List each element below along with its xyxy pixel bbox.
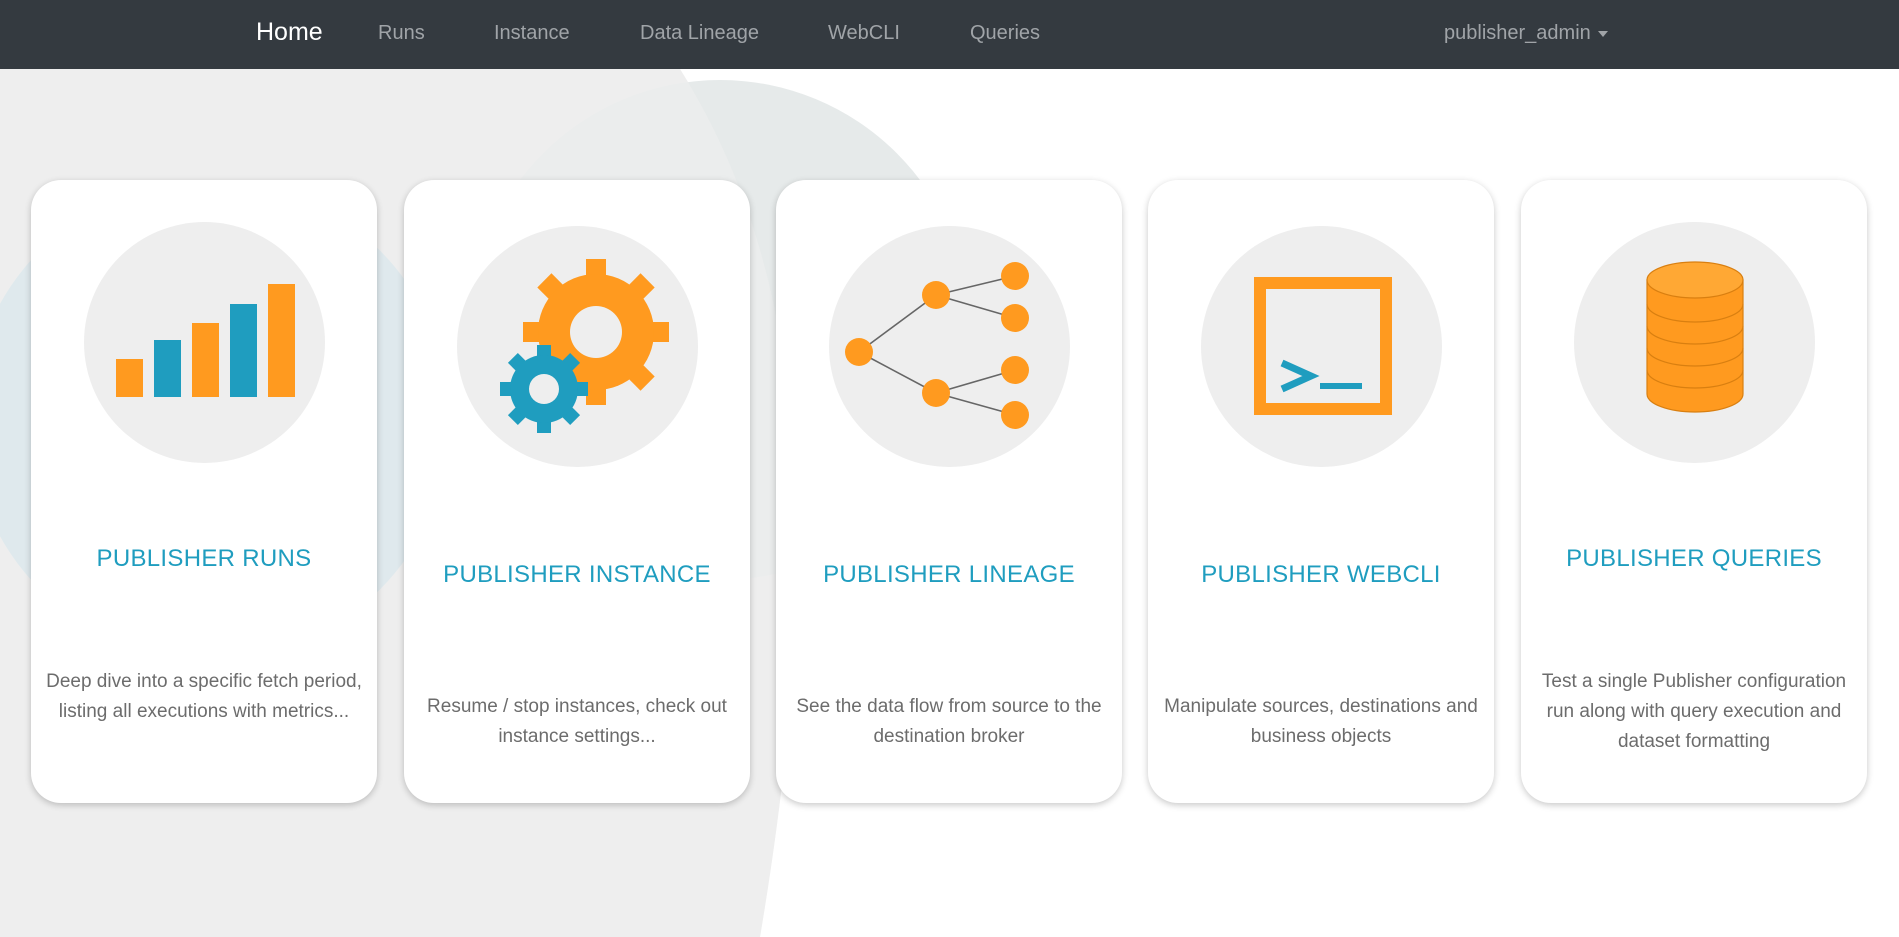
card-publisher-instance[interactable]: PUBLISHER INSTANCE Resume / stop instanc… [404,180,750,803]
card-publisher-queries[interactable]: PUBLISHER QUERIES Test a single Publishe… [1521,180,1867,803]
card-description: See the data flow from source to the des… [796,696,1102,747]
card-publisher-runs[interactable]: PUBLISHER RUNS Deep dive into a specific… [31,180,377,803]
nav-queries-link[interactable]: Queries [970,22,1040,45]
terminal-icon [1201,226,1442,467]
caret-down-icon [1597,30,1608,37]
card-title: PUBLISHER WEBCLI [1201,561,1441,588]
card-description: Resume / stop instances, check out insta… [427,696,727,747]
nav-home-link[interactable]: Home [256,18,323,47]
card-publisher-lineage[interactable]: PUBLISHER LINEAGE See the data flow from… [776,180,1122,803]
nav-data-lineage-link[interactable]: Data Lineage [640,22,759,45]
card-publisher-webcli[interactable]: PUBLISHER WEBCLI Manipulate sources, des… [1148,180,1494,803]
card-description: Test a single Publisher configuration ru… [1541,671,1847,752]
database-icon [1574,222,1815,463]
user-name: publisher_admin [1444,22,1591,44]
card-title: PUBLISHER RUNS [96,545,312,572]
gears-icon [457,226,698,467]
card-description: Manipulate sources, destinations and bus… [1164,696,1478,747]
top-navbar: Home Runs Instance Data Lineage WebCLI Q… [0,0,1899,69]
card-title: PUBLISHER LINEAGE [823,561,1075,588]
card-title: PUBLISHER QUERIES [1566,545,1822,572]
nav-instance-link[interactable]: Instance [494,22,570,45]
nav-runs-link[interactable]: Runs [378,22,425,45]
lineage-tree-icon [829,226,1070,467]
user-menu-dropdown[interactable]: publisher_admin [1444,22,1608,45]
nav-webcli-link[interactable]: WebCLI [828,22,900,45]
card-title: PUBLISHER INSTANCE [443,561,711,588]
bar-chart-icon [84,222,325,463]
card-description: Deep dive into a specific fetch period, … [46,671,362,722]
